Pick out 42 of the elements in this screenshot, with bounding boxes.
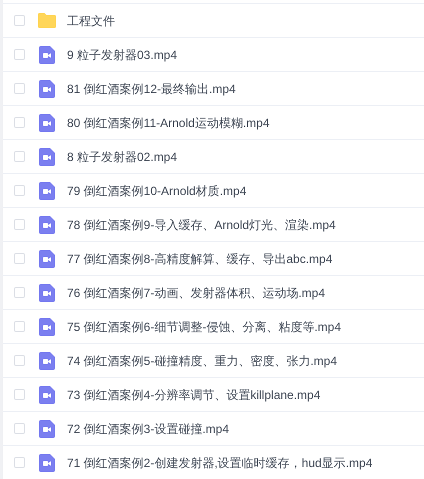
file-name[interactable]: 工程文件 [67, 12, 115, 30]
file-name[interactable]: 81 倒红酒案例12-最终输出.mp4 [67, 80, 236, 98]
video-icon [39, 420, 55, 438]
checkbox[interactable] [14, 49, 25, 60]
checkbox[interactable] [14, 219, 25, 230]
video-icon [39, 216, 55, 234]
file-name[interactable]: 75 倒红酒案例6-细节调整-侵蚀、分离、粘度等.mp4 [67, 318, 342, 336]
video-icon [39, 318, 55, 336]
checkbox[interactable] [14, 389, 25, 400]
file-name[interactable]: 80 倒红酒案例11-Arnold运动模糊.mp4 [67, 114, 270, 132]
video-icon [39, 386, 55, 404]
checkbox[interactable] [14, 287, 25, 298]
video-icon [39, 80, 55, 98]
video-icon [39, 352, 55, 370]
file-name[interactable]: 79 倒红酒案例10-Arnold材质.mp4 [67, 182, 246, 200]
checkbox[interactable] [14, 151, 25, 162]
checkbox[interactable] [14, 423, 25, 434]
folder-icon [38, 13, 56, 28]
file-name[interactable]: 74 倒红酒案例5-碰撞精度、重力、密度、张力.mp4 [67, 352, 338, 370]
file-name[interactable]: 77 倒红酒案例8-高精度解算、缓存、导出abc.mp4 [67, 250, 332, 268]
file-name[interactable]: 73 倒红酒案例4-分辨率调节、设置killplane.mp4 [67, 386, 320, 404]
video-icon [39, 46, 55, 64]
video-icon [39, 250, 55, 268]
video-icon [39, 454, 55, 472]
file-name[interactable]: 8 粒子发射器02.mp4 [67, 148, 178, 166]
video-icon [39, 148, 55, 166]
checkbox[interactable] [14, 253, 25, 264]
file-name[interactable]: 72 倒红酒案例3-设置碰撞.mp4 [67, 420, 230, 438]
video-icon [39, 284, 55, 302]
checkbox[interactable] [14, 185, 25, 196]
video-icon [39, 114, 55, 132]
file-name[interactable]: 9 粒子发射器03.mp4 [67, 46, 178, 64]
file-name[interactable]: 71 倒红酒案例2-创建发射器,设置临时缓存，hud显示.mp4 [67, 454, 372, 472]
checkbox[interactable] [14, 15, 25, 26]
file-name[interactable]: 78 倒红酒案例9-导入缓存、Arnold灯光、渲染.mp4 [67, 216, 336, 234]
checkbox[interactable] [14, 321, 25, 332]
video-icon [39, 182, 55, 200]
checkbox[interactable] [14, 117, 25, 128]
checkbox[interactable] [14, 457, 25, 468]
checkbox[interactable] [14, 83, 25, 94]
checkbox[interactable] [14, 355, 25, 366]
file-name[interactable]: 76 倒红酒案例7-动画、发射器体积、运动场.mp4 [67, 284, 326, 302]
